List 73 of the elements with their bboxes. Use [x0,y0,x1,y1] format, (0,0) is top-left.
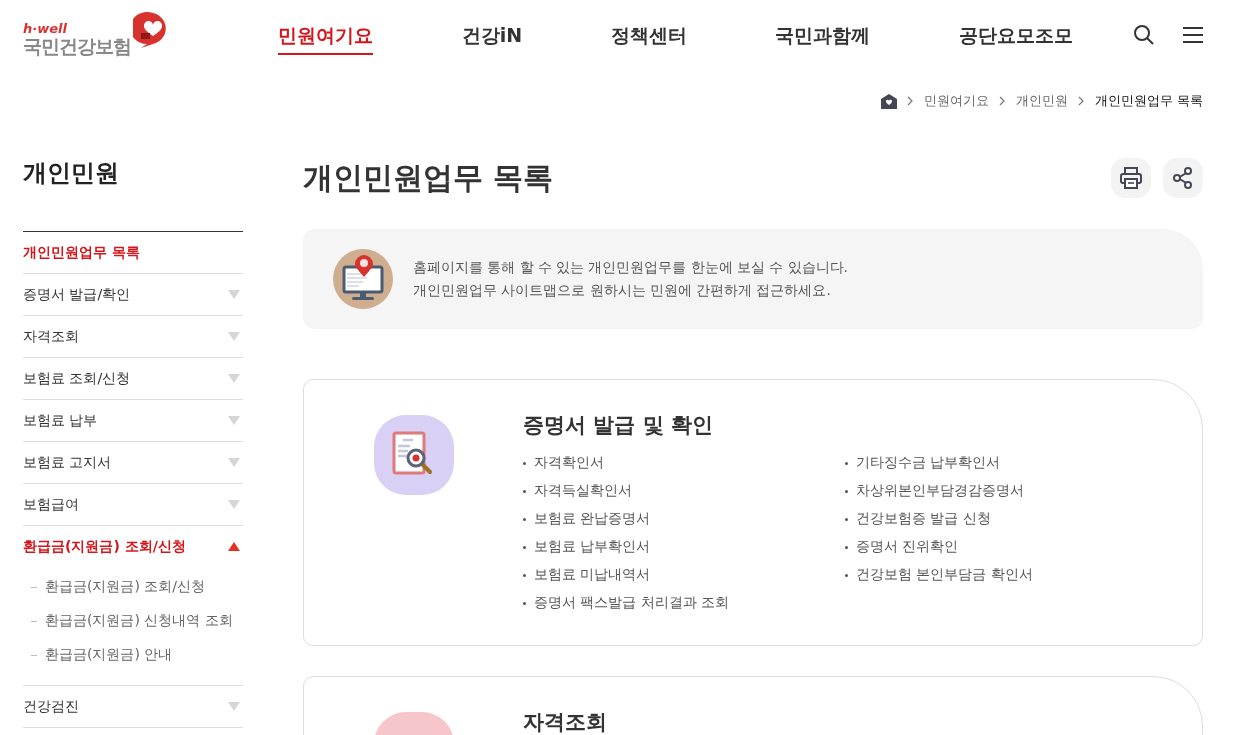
monitor-pin-icon [333,249,393,309]
sidebar-item[interactable]: 자격조회 [23,327,79,346]
service-link[interactable]: 증명서 진위확인 [856,538,959,556]
sidebar-item[interactable]: 보험료 조회/신청 [23,369,131,388]
bullet-icon [845,489,848,493]
caret-down-icon[interactable] [228,500,240,509]
service-link[interactable]: 보험료 완납증명서 [534,510,651,528]
dash-icon [31,620,37,622]
nav-tab[interactable]: 건강iN [461,15,523,55]
intro-text: 개인민원업무 사이트맵으로 원하시는 민원에 간편하게 접근하세요. [413,281,832,300]
caret-down-icon[interactable] [228,332,240,341]
search-icon[interactable] [1133,24,1155,46]
nav-tab[interactable]: 공단요모조모 [959,15,1073,55]
home-icon[interactable] [881,93,897,109]
sidebar-subitem[interactable]: 환급금(지원금) 신청내역 조회 [45,612,233,630]
breadcrumb-link[interactable]: 민원여기요 [924,92,989,110]
page-title: 개인민원업무 목록 [303,158,554,197]
chevron-right-icon [999,96,1006,106]
bullet-icon [845,545,848,549]
sidebar-subitem[interactable]: 환급금(지원금) 조회/신청 [45,578,206,596]
dash-icon [31,586,37,588]
service-link[interactable]: 기타징수금 납부확인서 [856,454,1001,472]
breadcrumb-link[interactable]: 개인민원 [1016,92,1068,110]
nav-tab[interactable]: 정책센터 [610,15,687,55]
breadcrumb-current: 개인민원업무 목록 [1095,92,1203,110]
service-link[interactable]: 차상위본인부담경감증명서 [856,482,1024,500]
bullet-icon [845,573,848,577]
sidebar-item[interactable]: 개인민원업무 목록 [23,243,140,262]
share-button[interactable] [1163,158,1203,198]
bullet-icon [845,517,848,521]
service-link[interactable]: 건강보험증 발급 신청 [856,510,991,528]
print-button[interactable] [1111,158,1151,198]
service-link[interactable]: 보험료 미납내역서 [534,566,651,584]
service-link[interactable]: 자격확인서 [534,454,604,472]
caret-down-icon[interactable] [228,702,240,711]
caret-up-icon[interactable] [228,542,240,551]
share-icon [1172,167,1194,189]
caret-down-icon[interactable] [228,290,240,299]
sidebar-item[interactable]: 보험급여 [23,495,79,514]
section-title: 증명서 발급 및 확인 [523,412,714,439]
logo-tagline: h·well [23,21,68,35]
bullet-icon [523,461,526,465]
chevron-right-icon [907,96,914,106]
nav-tab[interactable]: 민원여기요 [278,15,373,55]
bullet-icon [523,601,526,605]
section-title: 자격조회 [523,709,607,735]
chevron-right-icon [1078,96,1085,106]
caret-down-icon[interactable] [228,416,240,425]
service-link[interactable]: 증명서 팩스발급 처리결과 조회 [534,594,729,612]
sidebar-item[interactable]: 환급금(지원금) 조회/신청 [23,537,186,556]
sidebar-item[interactable]: 보험료 납부 [23,411,98,430]
intro-text: 홈페이지를 통해 할 수 있는 개인민원업무를 한눈에 보실 수 있습니다. [413,258,848,277]
nav-tab[interactable]: 국민과함께 [775,15,871,55]
bullet-icon [523,517,526,521]
bullet-icon [523,545,526,549]
sidebar-item[interactable]: 건강검진 [23,697,79,716]
logo[interactable]: h·well 국민건강보험 [23,7,278,57]
bullet-icon [523,573,526,577]
service-link[interactable]: 건강보험 본인부담금 확인서 [856,566,1033,584]
caret-down-icon[interactable] [228,458,240,467]
bullet-icon [523,489,526,493]
caret-down-icon[interactable] [228,374,240,383]
logo-name: 국민건강보험 [23,34,131,57]
dash-icon [31,654,37,656]
sidebar-item[interactable]: 보험료 고지서 [23,453,112,472]
bullet-icon [845,461,848,465]
printer-icon [1119,166,1143,190]
service-link[interactable]: 자격득실확인서 [534,482,632,500]
sidebar-title: 개인민원 [23,157,243,232]
sidebar-subitem[interactable]: 환급금(지원금) 안내 [45,646,173,664]
menu-icon[interactable] [1183,27,1203,43]
service-link[interactable]: 보험료 납부확인서 [534,538,651,556]
sidebar-item[interactable]: 증명서 발급/확인 [23,285,131,304]
